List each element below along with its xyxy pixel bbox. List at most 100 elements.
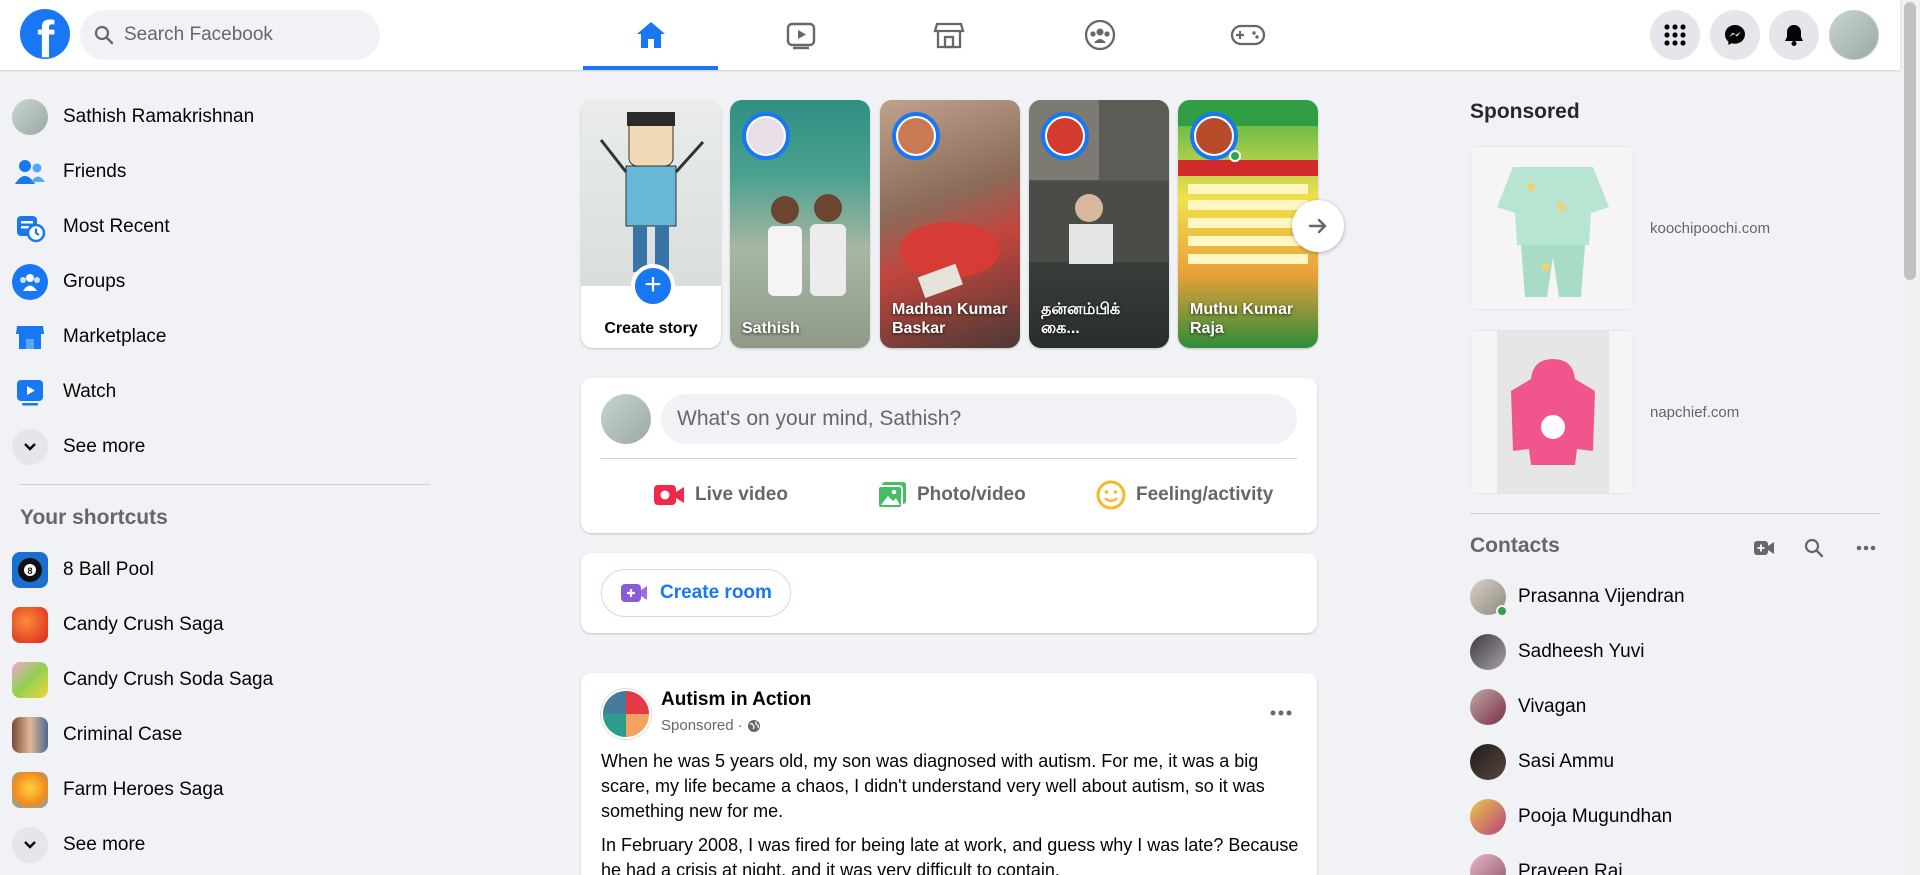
friends-icon xyxy=(12,154,48,190)
post-meta: Sponsored · xyxy=(661,717,761,734)
search-input[interactable] xyxy=(124,24,364,46)
contact-item[interactable]: Sasi Ammu xyxy=(1462,736,1882,788)
post-options-button[interactable] xyxy=(1263,695,1299,731)
sidebar-item-friends[interactable]: Friends xyxy=(8,146,428,198)
contacts-options-button[interactable] xyxy=(1848,530,1884,566)
stories-next-button[interactable] xyxy=(1292,200,1344,252)
post-composer: What's on your mind, Sathish? Live video… xyxy=(581,378,1317,533)
groups-icon xyxy=(1084,19,1115,51)
contact-avatar xyxy=(1470,799,1506,835)
contact-avatar xyxy=(1470,579,1508,617)
contact-item[interactable]: Vivagan xyxy=(1462,681,1882,733)
sidebar-item-watch[interactable]: Watch xyxy=(8,366,428,418)
candy-crush-soda-saga-icon xyxy=(12,662,48,698)
shortcut-criminal-case[interactable]: Criminal Case xyxy=(8,709,428,761)
sidebar-divider xyxy=(20,484,430,485)
story-card[interactable]: Madhan Kumar Baskar xyxy=(880,100,1020,348)
search-icon xyxy=(1804,538,1824,558)
live-video-button[interactable]: Live video xyxy=(653,472,788,518)
home-icon xyxy=(636,22,665,48)
sponsored-ad[interactable]: koochipoochi.com xyxy=(1470,144,1880,312)
arrow-right-icon xyxy=(1308,218,1327,234)
search-contacts-button[interactable] xyxy=(1796,530,1832,566)
search-box[interactable] xyxy=(80,10,380,60)
chevron-down-icon xyxy=(12,827,48,863)
add-story-icon: + xyxy=(631,264,675,308)
post-body: When he was 5 years old, my son was diag… xyxy=(601,749,1301,875)
ad-image xyxy=(1470,330,1634,494)
menu-grid-icon xyxy=(1664,24,1686,46)
tab-home[interactable] xyxy=(583,0,718,70)
candy-crush-saga-icon xyxy=(12,607,48,643)
marketplace-icon xyxy=(932,22,965,49)
search-icon xyxy=(94,25,114,45)
photo-video-button[interactable]: Photo/video xyxy=(877,472,1026,518)
create-room-button[interactable]: Create room xyxy=(601,569,791,617)
room-video-icon xyxy=(621,584,647,602)
watch-icon xyxy=(12,374,48,410)
more-horizontal-icon xyxy=(1270,710,1292,716)
criminal-case-icon xyxy=(12,717,48,753)
post-author-name[interactable]: Autism in Action xyxy=(661,689,811,711)
facebook-logo[interactable]: f xyxy=(20,9,70,59)
shortcuts-see-more[interactable]: See more xyxy=(8,819,428,871)
sponsored-ad[interactable]: napchief.com xyxy=(1470,328,1880,496)
tab-watch[interactable] xyxy=(733,0,868,70)
contact-item[interactable]: Prasanna Vijendran xyxy=(1462,571,1882,623)
watch-icon xyxy=(786,22,815,50)
composer-avatar[interactable] xyxy=(601,394,651,444)
profile-avatar xyxy=(12,99,48,135)
post-paragraph: In February 2008, I was fired for being … xyxy=(601,835,1299,875)
groups-icon xyxy=(12,264,48,300)
page-scrollbar[interactable] xyxy=(1900,0,1920,875)
contact-item[interactable]: Pooja Mugundhan xyxy=(1462,791,1882,843)
right-divider xyxy=(1470,513,1880,514)
menu-button[interactable] xyxy=(1650,10,1700,60)
messenger-button[interactable] xyxy=(1710,10,1760,60)
notifications-icon xyxy=(1785,25,1803,46)
story-card[interactable]: தன்னம்பிக் கை... xyxy=(1029,100,1169,348)
composer-divider xyxy=(601,458,1297,459)
create-story-card[interactable]: + Create story xyxy=(581,100,721,348)
video-plus-icon xyxy=(1754,541,1774,555)
contact-item[interactable]: Sadheesh Yuvi xyxy=(1462,626,1882,678)
feed-post: Autism in Action Sponsored · When he was… xyxy=(581,673,1317,875)
shortcut-candy-crush-soda-saga[interactable]: Candy Crush Soda Saga xyxy=(8,654,428,706)
sponsored-title: Sponsored xyxy=(1470,100,1580,123)
top-navigation-bar: f xyxy=(0,0,1900,70)
story-profile-image xyxy=(581,100,721,286)
contacts-title: Contacts xyxy=(1470,534,1560,557)
notifications-button[interactable] xyxy=(1769,10,1819,60)
contact-avatar xyxy=(1470,744,1506,780)
contact-avatar xyxy=(1470,634,1506,670)
sidebar-item-most-recent[interactable]: Most Recent xyxy=(8,201,428,253)
composer-input[interactable]: What's on your mind, Sathish? xyxy=(661,394,1297,444)
new-room-button[interactable] xyxy=(1746,530,1782,566)
story-avatar xyxy=(892,112,940,160)
contact-avatar xyxy=(1470,689,1506,725)
tab-groups[interactable] xyxy=(1032,0,1167,70)
sidebar-item-marketplace[interactable]: Marketplace xyxy=(8,311,428,363)
account-avatar[interactable] xyxy=(1829,10,1879,60)
scrollbar-thumb[interactable] xyxy=(1904,2,1916,280)
post-paragraph: When he was 5 years old, my son was diag… xyxy=(601,751,1265,821)
sidebar-see-more[interactable]: See more xyxy=(8,421,428,473)
sidebar-item-profile[interactable]: Sathish Ramakrishnan xyxy=(8,91,428,143)
sidebar-item-groups[interactable]: Groups xyxy=(8,256,428,308)
contact-item[interactable]: Praveen Raj xyxy=(1462,846,1882,875)
live-video-icon xyxy=(654,485,684,505)
ad-image xyxy=(1470,146,1634,310)
story-avatar xyxy=(1041,112,1089,160)
online-indicator xyxy=(1496,605,1508,617)
post-author-avatar[interactable] xyxy=(601,689,651,739)
tab-marketplace[interactable] xyxy=(881,0,1016,70)
story-card[interactable]: Sathish xyxy=(730,100,870,348)
feeling-activity-button[interactable]: Feeling/activity xyxy=(1096,472,1273,518)
tab-gaming[interactable] xyxy=(1180,0,1315,70)
shortcut-8-ball-pool[interactable]: 8 8 Ball Pool xyxy=(8,544,428,596)
chevron-down-icon xyxy=(12,429,48,465)
more-horizontal-icon xyxy=(1856,545,1876,551)
shortcut-farm-heroes-saga[interactable]: Farm Heroes Saga xyxy=(8,764,428,816)
marketplace-icon xyxy=(12,319,48,355)
shortcut-candy-crush-saga[interactable]: Candy Crush Saga xyxy=(8,599,428,651)
